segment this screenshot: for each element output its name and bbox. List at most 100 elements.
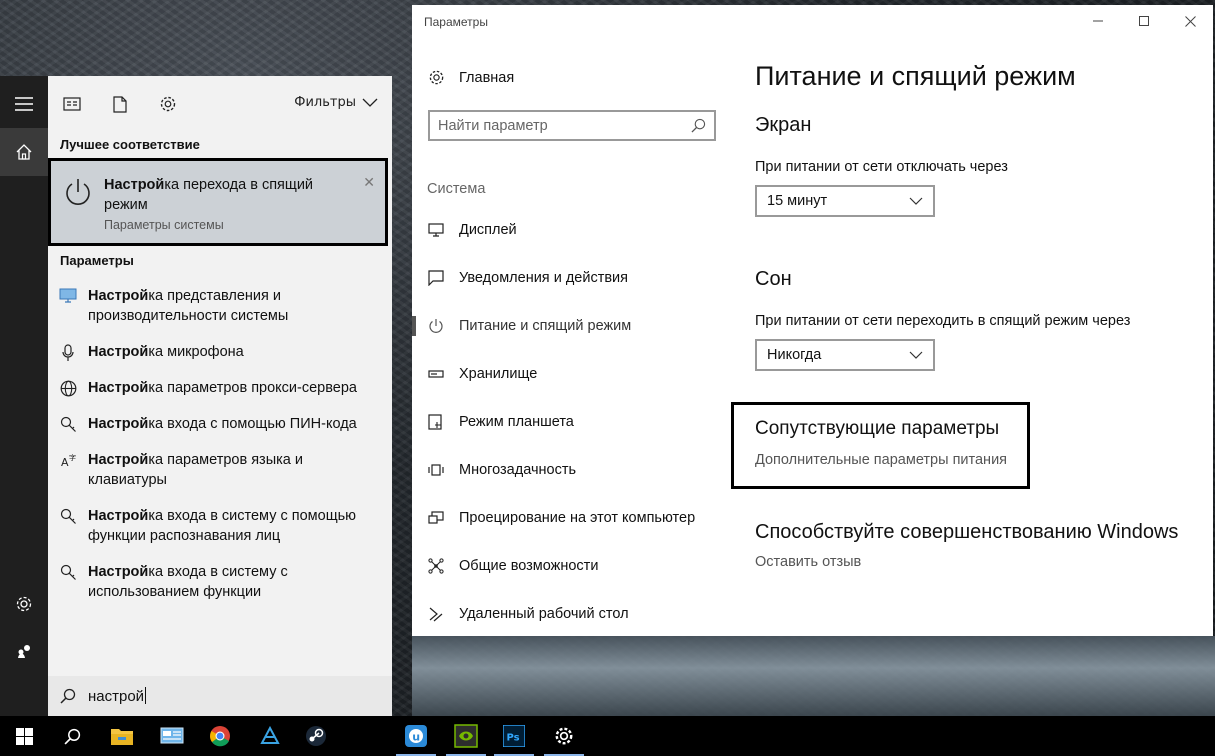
nav-home-link[interactable]: Главная (428, 69, 514, 86)
sidebar-item-label: Удаленный рабочий стол (459, 606, 629, 622)
page-title: Питание и спящий режим (755, 61, 1076, 91)
sidebar-item-remote-desktop[interactable]: Удаленный рабочий стол (412, 590, 732, 638)
filters-dropdown[interactable]: Фильтры (294, 95, 378, 110)
taskbar-app-blue[interactable] (246, 716, 294, 756)
taskbar-chrome[interactable] (196, 716, 244, 756)
sidebar-item-label: Дисплей (459, 222, 517, 238)
find-setting-input[interactable] (438, 117, 678, 134)
chevron-down-icon (909, 351, 923, 359)
gear-icon (160, 96, 176, 112)
steam-icon (306, 726, 326, 746)
taskbar-steam[interactable] (292, 716, 340, 756)
photoshop-icon: Ps (503, 725, 525, 747)
start-search-input[interactable]: настрой (88, 687, 147, 705)
taskbar: u Ps (0, 716, 1215, 756)
screen-timeout-select[interactable]: 15 минут (755, 185, 935, 217)
apps-icon (63, 97, 81, 111)
sidebar-item-label: Общие возможности (459, 558, 599, 574)
svg-text:Ps: Ps (507, 733, 520, 744)
give-feedback-link[interactable]: Оставить отзыв (755, 554, 861, 570)
windows-logo-icon (15, 727, 33, 745)
gear-icon (555, 727, 573, 745)
minimize-icon (1093, 20, 1103, 22)
apps-filter-button[interactable] (61, 93, 83, 115)
start-rail (0, 76, 48, 716)
list-item-text: Настройка представления и производительн… (88, 286, 378, 326)
sidebar-item-tablet-mode[interactable]: Режим планшета (412, 398, 732, 446)
sidebar-item-multitasking[interactable]: Многозадачность (412, 446, 732, 494)
best-match-title: Настройка перехода в спящий режим (104, 175, 334, 215)
taskbar-settings[interactable] (540, 716, 588, 756)
additional-power-settings-link[interactable]: Дополнительные параметры питания (755, 452, 1007, 468)
improve-windows-title: Способствуйте совершенствованию Windows (755, 521, 1179, 543)
sidebar-item-storage[interactable]: Хранилище (412, 350, 732, 398)
taskbar-search-button[interactable] (48, 716, 96, 756)
minimize-button[interactable] (1075, 5, 1121, 37)
uplay-icon: u (405, 725, 427, 747)
home-rail-button[interactable] (0, 128, 48, 176)
list-item[interactable]: Настройка входа в систему с использовани… (48, 562, 392, 602)
close-icon[interactable]: ✕ (363, 175, 375, 191)
microphone-icon (48, 342, 88, 362)
sidebar-item-shared-experiences[interactable]: Общие возможности (412, 542, 732, 590)
list-item[interactable]: Настройка входа в систему с помощью функ… (48, 506, 392, 546)
folder-icon (111, 729, 133, 745)
sleep-timeout-label: При питании от сети переходить в спящий … (755, 313, 1131, 329)
taskbar-nvidia[interactable] (442, 716, 490, 756)
wallpaper-highlight (412, 636, 1215, 716)
list-item-rest: ка параметров прокси-сервера (148, 380, 357, 396)
sleep-timeout-select[interactable]: Никогда (755, 339, 935, 371)
taskbar-photoshop[interactable]: Ps (490, 716, 538, 756)
list-item[interactable]: Настройка параметров прокси-сервера (48, 378, 392, 398)
hamburger-menu-button[interactable] (0, 80, 48, 128)
screen-timeout-label: При питании от сети отключать через (755, 159, 1008, 175)
display-icon (412, 223, 459, 237)
taskbar-uplay[interactable]: u (392, 716, 440, 756)
documents-filter-button[interactable] (109, 93, 131, 115)
monitor-icon (48, 286, 88, 304)
list-item-bold: Настрой (88, 508, 149, 524)
search-filter-toolbar: Фильтры (48, 76, 392, 128)
power-icon (63, 177, 93, 211)
hamburger-icon (15, 97, 33, 111)
close-button[interactable] (1167, 5, 1213, 37)
list-item[interactable]: A字 Настройка параметров языка и клавиату… (48, 450, 392, 490)
search-query-text: настрой (88, 688, 145, 705)
search-icon (48, 688, 88, 704)
chevron-down-icon (909, 197, 923, 205)
chrome-icon (210, 726, 230, 747)
best-match-result[interactable]: Настройка перехода в спящий режим Параме… (48, 158, 388, 246)
find-setting-box[interactable] (428, 110, 716, 141)
list-item-text: Настройка параметров прокси-сервера (88, 378, 378, 398)
text-caret (145, 687, 147, 704)
list-item[interactable]: Настройка входа с помощью ПИН-кода (48, 414, 392, 434)
home-icon (16, 144, 32, 160)
sidebar-item-power-sleep[interactable]: Питание и спящий режим (412, 302, 732, 350)
taskbar-control-panel[interactable] (148, 716, 196, 756)
svg-text:A: A (61, 456, 69, 469)
settings-rail-button[interactable] (0, 580, 48, 628)
list-item-bold: Настрой (88, 416, 149, 432)
svg-text:u: u (412, 731, 420, 744)
control-panel-icon (160, 727, 184, 744)
sidebar-item-notifications[interactable]: Уведомления и действия (412, 254, 732, 302)
close-icon (1184, 15, 1196, 27)
sidebar-item-projecting[interactable]: Проецирование на этот компьютер (412, 494, 732, 542)
start-search-box[interactable]: настрой (48, 676, 392, 716)
settings-window: Параметры Главная Система Дисплей Уведом… (412, 5, 1213, 636)
gear-icon (429, 70, 444, 85)
maximize-button[interactable] (1121, 5, 1167, 37)
settings-filter-button[interactable] (157, 93, 179, 115)
nav-home-label: Главная (459, 69, 515, 86)
start-button[interactable] (0, 716, 48, 756)
related-settings-title: Сопутствующие параметры (755, 418, 1000, 439)
sidebar-item-display[interactable]: Дисплей (412, 206, 732, 254)
list-item[interactable]: Настройка представления и производительн… (48, 286, 392, 326)
list-item[interactable]: Настройка микрофона (48, 342, 392, 362)
title-bar[interactable]: Параметры (412, 5, 1213, 37)
projecting-icon (412, 511, 459, 525)
list-item-text: Настройка входа в систему с помощью функ… (88, 506, 378, 546)
feedback-rail-button[interactable] (0, 628, 48, 676)
svg-text:字: 字 (69, 453, 76, 462)
taskbar-file-explorer[interactable] (98, 716, 146, 756)
